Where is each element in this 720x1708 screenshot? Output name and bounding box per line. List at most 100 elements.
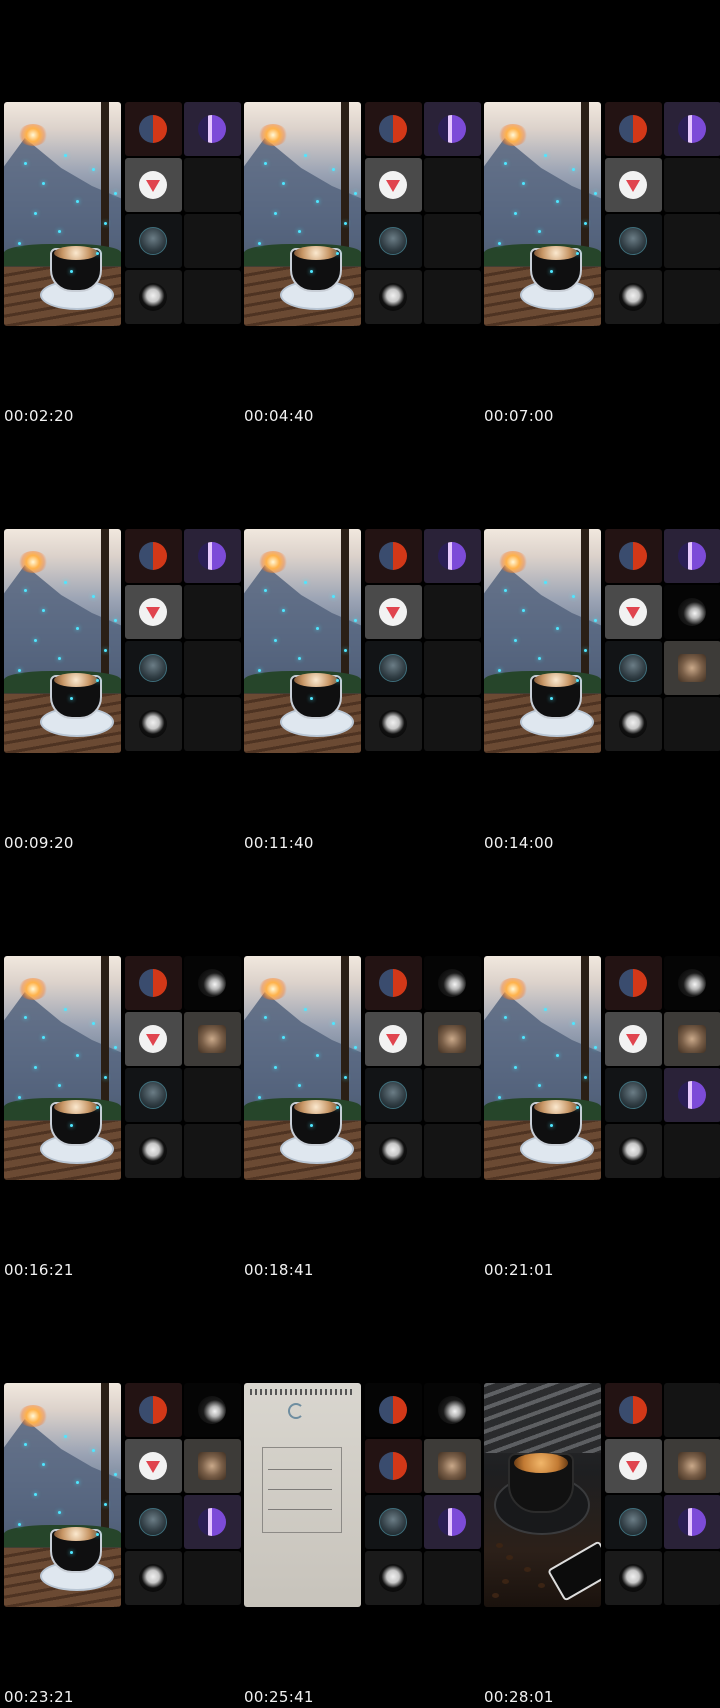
sparkle xyxy=(298,657,301,660)
video-frame xyxy=(4,102,241,326)
participant-tile xyxy=(125,956,182,1010)
espresso-scene xyxy=(484,1383,601,1607)
sparkle xyxy=(594,619,597,622)
red-avatar xyxy=(139,969,167,997)
participant-tile xyxy=(605,529,662,583)
participant-tile xyxy=(365,102,422,156)
wooden-post xyxy=(341,102,349,262)
coffee-crema xyxy=(534,673,578,687)
sparkle xyxy=(58,1084,61,1087)
sparkle xyxy=(594,1046,597,1049)
video-frame xyxy=(484,1383,720,1607)
coffee-crema xyxy=(54,1527,98,1541)
sparkle xyxy=(76,627,79,630)
sparkle xyxy=(114,1046,117,1049)
hero-avatar xyxy=(139,227,167,255)
sparkle xyxy=(498,1096,501,1099)
sparkle xyxy=(304,154,307,157)
sparkle xyxy=(92,1022,95,1025)
sparkle xyxy=(70,1551,73,1554)
sparkle xyxy=(556,1054,559,1057)
participant-tile xyxy=(664,1439,720,1493)
participant-tile xyxy=(365,1012,422,1066)
handwritten-box xyxy=(262,1447,342,1533)
coffee-crema xyxy=(54,246,98,260)
video-frame xyxy=(4,956,241,1180)
sparkle xyxy=(316,627,319,630)
participant-tile xyxy=(424,529,481,583)
sparkle xyxy=(76,1481,79,1484)
sparkle xyxy=(274,639,277,642)
bw-avatar xyxy=(379,1137,407,1165)
sparkle xyxy=(354,192,357,195)
red-avatar xyxy=(139,1396,167,1424)
sparkle xyxy=(18,1523,21,1526)
sparkle xyxy=(24,1443,27,1446)
sparkle xyxy=(258,669,261,672)
timestamp-label: 00:02:20 xyxy=(4,407,74,425)
sparkle xyxy=(556,627,559,630)
participant-tile xyxy=(125,585,182,639)
timestamp-label: 00:11:40 xyxy=(244,834,314,852)
sun xyxy=(258,551,288,573)
sparkle xyxy=(96,252,99,255)
sparkle xyxy=(576,252,579,255)
coffee-bean xyxy=(502,1579,509,1584)
shadow-avatar xyxy=(198,969,226,997)
sparkle xyxy=(550,270,553,273)
sign-avatar xyxy=(678,654,706,682)
participant-tile xyxy=(184,956,241,1010)
timestamp-label: 00:16:21 xyxy=(4,1261,74,1279)
hero-avatar xyxy=(139,1508,167,1536)
participant-tile xyxy=(424,956,481,1010)
sparkle xyxy=(344,1076,347,1079)
sparkle xyxy=(498,242,501,245)
wooden-post xyxy=(101,529,109,689)
timestamp-label: 00:23:21 xyxy=(4,1688,74,1706)
timestamp-label: 00:18:41 xyxy=(244,1261,314,1279)
participant-tile xyxy=(424,102,481,156)
spiral-binding xyxy=(250,1389,354,1395)
sparkle xyxy=(522,609,525,612)
empty-tile xyxy=(424,214,481,268)
participant-tile xyxy=(365,697,422,751)
participant-tile xyxy=(184,1439,241,1493)
sparkle xyxy=(504,1016,507,1019)
shadow-avatar xyxy=(438,1396,466,1424)
valorant-avatar xyxy=(619,171,647,199)
sparkle xyxy=(70,697,73,700)
valorant-avatar xyxy=(139,1025,167,1053)
participant-tile xyxy=(605,102,662,156)
empty-tile xyxy=(184,697,241,751)
participant-tile xyxy=(125,1383,182,1437)
hero-avatar xyxy=(139,1081,167,1109)
sun xyxy=(258,124,288,146)
wooden-post xyxy=(101,956,109,1116)
participant-tile xyxy=(424,1439,481,1493)
shadow-avatar xyxy=(678,598,706,626)
hero-avatar xyxy=(379,1508,407,1536)
empty-tile xyxy=(184,1068,241,1122)
sign-avatar xyxy=(198,1452,226,1480)
wooden-post xyxy=(581,529,589,689)
empty-tile xyxy=(664,697,720,751)
timestamp-label: 00:28:01 xyxy=(484,1688,554,1706)
sparkle xyxy=(538,657,541,660)
sparkle xyxy=(70,1124,73,1127)
empty-tile xyxy=(184,1551,241,1605)
sparkle xyxy=(264,162,267,165)
bw-avatar xyxy=(619,1564,647,1592)
participant-tile xyxy=(184,102,241,156)
coffee-crema xyxy=(54,1100,98,1114)
empty-tile xyxy=(424,270,481,324)
mountain-coffee-scene xyxy=(484,956,601,1180)
empty-tile xyxy=(664,1383,720,1437)
participant-tile xyxy=(125,158,182,212)
sparkle xyxy=(316,1054,319,1057)
sun xyxy=(18,124,48,146)
purple-avatar xyxy=(678,542,706,570)
wooden-post xyxy=(101,102,109,262)
sparkle xyxy=(18,669,21,672)
sparkle xyxy=(42,182,45,185)
participant-tile xyxy=(605,585,662,639)
